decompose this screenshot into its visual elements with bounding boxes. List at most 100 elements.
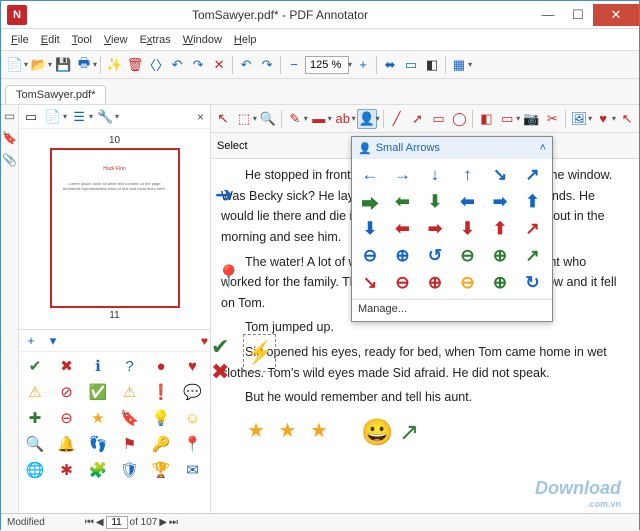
crop-icon[interactable]: ✂ xyxy=(542,109,562,129)
arrow-cell[interactable]: ↗ xyxy=(518,162,548,188)
doc-pin-stamp[interactable]: 📍 xyxy=(215,259,242,295)
print-icon[interactable]: 🖶 xyxy=(74,55,94,75)
next-change-icon[interactable]: ↷ xyxy=(188,55,208,75)
stamp-dropdown-icon[interactable]: ▾ xyxy=(43,331,63,351)
minimize-button[interactable]: — xyxy=(533,4,563,26)
doc-bolt-stamp[interactable]: ⚡ xyxy=(243,334,276,372)
stamp-puzzle[interactable]: 🧩 xyxy=(84,458,112,482)
actual-size-icon[interactable]: ◧ xyxy=(422,55,442,75)
arrow-cell[interactable]: ⊖ xyxy=(453,243,483,269)
doc-arrow2-stamp[interactable]: ↗ xyxy=(399,413,419,453)
arrow-cell[interactable]: ↓ xyxy=(420,162,450,188)
eraser-icon[interactable]: ◧ xyxy=(476,109,496,129)
stamp-trophy[interactable]: 🏆 xyxy=(147,458,175,482)
open-icon[interactable]: 📂 xyxy=(29,55,49,75)
list-icon[interactable]: ☰ xyxy=(69,107,89,127)
tab-tomsawyer[interactable]: TomSawyer.pdf* xyxy=(5,85,106,104)
menu-tool[interactable]: Tool xyxy=(66,34,98,46)
ellipse-icon[interactable]: ◯ xyxy=(449,109,469,129)
arrow-cell[interactable]: ↘ xyxy=(485,162,515,188)
prev-change-icon[interactable]: ↶ xyxy=(167,55,187,75)
magic-icon[interactable]: ✨ xyxy=(104,55,124,75)
stamp-key[interactable]: 🔑 xyxy=(147,432,175,456)
new-icon[interactable]: 📄 xyxy=(5,55,25,75)
bookmarks-tab-icon[interactable]: 🔖 xyxy=(2,131,17,145)
stamp-caution[interactable]: ⚠ xyxy=(116,380,144,404)
menu-file[interactable]: File xyxy=(5,34,35,46)
arrow-cell[interactable]: ↘ xyxy=(355,270,385,296)
menu-window[interactable]: Window xyxy=(177,34,228,46)
lasso-icon[interactable]: ⬚ xyxy=(234,109,254,129)
arrow-cell[interactable]: ↑ xyxy=(453,162,483,188)
arrow-cell[interactable]: ⊕ xyxy=(420,270,450,296)
page-icon[interactable]: ▭ xyxy=(21,107,41,127)
stamp-heart[interactable]: ♥ xyxy=(179,354,207,378)
fit-page-icon[interactable]: ▭ xyxy=(401,55,421,75)
arrow-cell[interactable]: ⊖ xyxy=(355,243,385,269)
zoom-input[interactable]: 125 % xyxy=(305,56,349,74)
brackets-icon[interactable]: 〈〉 xyxy=(146,55,166,75)
arrow-cell[interactable]: ⬇ xyxy=(420,189,450,215)
last-page-icon[interactable]: ⏭ xyxy=(169,517,178,528)
close-doc-icon[interactable]: ✕ xyxy=(209,55,229,75)
stamp-tool-icon[interactable]: 👤 xyxy=(357,109,377,129)
stamp-globe[interactable]: 🌐 xyxy=(21,458,49,482)
stamp-bookmark[interactable]: 🔖 xyxy=(116,406,144,430)
new-page-icon[interactable]: 📄 xyxy=(43,107,63,127)
settings-icon[interactable]: 🔧 xyxy=(95,107,115,127)
menu-view[interactable]: View xyxy=(98,34,134,46)
page-thumbnail[interactable]: Huck Finn Lorem ipsum dolor sit amet tex… xyxy=(50,148,180,308)
heart2-icon[interactable]: ♥ xyxy=(593,109,613,129)
arrow-cell[interactable]: ➡ xyxy=(420,216,450,242)
save-icon[interactable]: 💾 xyxy=(53,55,73,75)
thumbnails-tab-icon[interactable]: ▭ xyxy=(4,109,15,123)
arrow-cell[interactable]: ⬅ xyxy=(453,189,483,215)
arrow-cell[interactable]: ⬇ xyxy=(453,216,483,242)
stamp-noentry[interactable]: ⊘ xyxy=(53,380,81,404)
doc-smiley-stamp[interactable]: 😀 xyxy=(361,411,393,454)
fit-width-icon[interactable]: ⬌ xyxy=(380,55,400,75)
pen-icon[interactable]: ✎ xyxy=(285,109,305,129)
stamp-check[interactable]: ✔ xyxy=(21,354,49,378)
arrow-cell[interactable]: ↗ xyxy=(518,216,548,242)
stamp-checkcircle[interactable]: ✅ xyxy=(84,380,112,404)
page-input[interactable] xyxy=(106,516,128,529)
stamp-x[interactable]: ✖ xyxy=(53,354,81,378)
arrow-cell[interactable]: ⬆ xyxy=(485,216,515,242)
stamp-smiley[interactable]: ☺ xyxy=(179,406,207,430)
layout-icon[interactable]: ▦ xyxy=(449,55,469,75)
doc-x-stamp[interactable]: ✖ xyxy=(211,354,229,390)
popup-collapse-icon[interactable]: ˄ xyxy=(540,142,546,154)
delete-icon[interactable]: 🗑 xyxy=(125,55,145,75)
side-close-icon[interactable]: × xyxy=(197,110,204,124)
favorite-icon[interactable]: ♥ xyxy=(201,334,208,348)
arrow-cell[interactable]: ⊕ xyxy=(485,243,515,269)
close-button[interactable]: ✕ xyxy=(593,4,639,26)
stamp-info[interactable]: ℹ xyxy=(84,354,112,378)
arrow-cell[interactable]: ↗ xyxy=(518,243,548,269)
stamp-add-icon[interactable]: + xyxy=(21,331,41,351)
highlighter-icon[interactable]: ▬ xyxy=(309,109,329,129)
attachments-tab-icon[interactable]: 📎 xyxy=(2,153,17,167)
stamp-flag[interactable]: ⚑ xyxy=(116,432,144,456)
redo-icon[interactable]: ↷ xyxy=(257,55,277,75)
stamp-minus[interactable]: ⊖ xyxy=(53,406,81,430)
arrow-cell[interactable]: ⬇ xyxy=(355,216,385,242)
zoom-tool-icon[interactable]: 🔍 xyxy=(258,109,278,129)
stamp-pin[interactable]: 📍 xyxy=(179,432,207,456)
stamp-exclaim[interactable]: ❗ xyxy=(147,380,175,404)
first-page-icon[interactable]: ⏮ xyxy=(85,517,94,528)
stamp-star[interactable]: ★ xyxy=(84,406,112,430)
next-page-icon[interactable]: ▶ xyxy=(159,517,167,528)
stamp-mail[interactable]: ✉ xyxy=(179,458,207,482)
stamp-shield[interactable]: 🛡 xyxy=(116,458,144,482)
stamp-question[interactable]: ? xyxy=(116,354,144,378)
menu-help[interactable]: Help xyxy=(228,34,263,46)
doc-arrow-stamp[interactable]: ➔ xyxy=(215,177,233,213)
stamp-search[interactable]: 🔍 xyxy=(21,432,49,456)
menu-edit[interactable]: Edit xyxy=(35,34,66,46)
arrow-cell[interactable]: ↻ xyxy=(518,270,548,296)
stamp-asterisk[interactable]: ✱ xyxy=(53,458,81,482)
stamp-plus[interactable]: ✚ xyxy=(21,406,49,430)
arrow-icon[interactable]: ➚ xyxy=(408,109,428,129)
